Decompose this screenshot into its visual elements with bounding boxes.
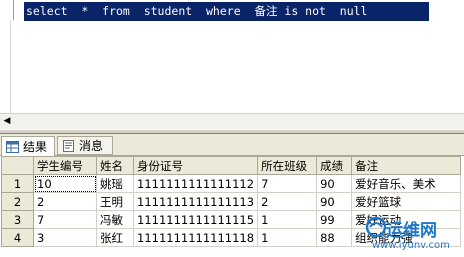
table-cell[interactable]: 1111111111111118 xyxy=(132,228,259,247)
watermark-url: www.iyunv.com xyxy=(372,240,450,251)
message-icon xyxy=(63,139,74,152)
tab-messages[interactable]: 消息 xyxy=(57,136,113,155)
table-cell[interactable]: 1111111111111115 xyxy=(132,210,259,229)
table-cell[interactable]: 爱好音乐、美术 xyxy=(351,174,462,193)
table-cell[interactable]: 2 xyxy=(33,192,97,211)
table-row[interactable]: 1 10 姚瑶 1111111111111112 7 90 爱好音乐、美术 xyxy=(1,174,462,193)
table-cell[interactable]: 90 xyxy=(316,192,353,211)
table-cell[interactable]: 爱好篮球 xyxy=(351,192,462,211)
table-cell[interactable]: 1 xyxy=(257,228,318,247)
column-header[interactable]: 姓名 xyxy=(96,156,134,175)
table-cell[interactable]: 冯敏 xyxy=(96,210,134,229)
table-cell[interactable]: 王明 xyxy=(96,192,134,211)
table-cell[interactable]: 3 xyxy=(33,228,97,247)
table-cell[interactable]: 张红 xyxy=(96,228,134,247)
column-header[interactable]: 身份证号 xyxy=(132,156,259,175)
horizontal-scrollbar[interactable]: ◀ xyxy=(0,113,464,129)
collapse-marker xyxy=(9,0,14,20)
row-number[interactable]: 3 xyxy=(1,210,34,229)
column-header[interactable]: 成绩 xyxy=(316,156,353,175)
table-cell[interactable]: 1111111111111113 xyxy=(132,192,259,211)
table-cell[interactable]: 7 xyxy=(257,174,318,193)
row-number[interactable]: 1 xyxy=(1,174,34,193)
tab-results-label: 结果 xyxy=(23,140,48,154)
column-header[interactable]: 所在班级 xyxy=(257,156,318,175)
table-cell[interactable]: 1111111111111112 xyxy=(132,174,259,193)
table-row[interactable]: 2 2 王明 1111111111111113 2 90 爱好篮球 xyxy=(1,192,462,211)
watermark-text: 运维网 xyxy=(386,221,437,241)
table-cell[interactable]: 10 xyxy=(33,174,97,193)
column-header[interactable]: 学生编号 xyxy=(33,156,97,175)
column-header[interactable]: 备注 xyxy=(351,156,462,175)
corner-cell[interactable] xyxy=(1,156,34,175)
table-cell[interactable]: 1 xyxy=(257,210,318,229)
table-cell[interactable]: 7 xyxy=(33,210,97,229)
table-cell[interactable]: 99 xyxy=(316,210,353,229)
table-cell[interactable]: 88 xyxy=(316,228,353,247)
query-editor[interactable]: select * from student where 备注 is not nu… xyxy=(0,0,464,113)
table-cell[interactable]: 2 xyxy=(257,192,318,211)
sql-query-text[interactable]: select * from student where 备注 is not nu… xyxy=(24,2,429,21)
results-tab-bar: 结果 消息 xyxy=(0,134,464,156)
table-header-row: 学生编号 姓名 身份证号 所在班级 成绩 备注 xyxy=(1,156,462,175)
row-number[interactable]: 4 xyxy=(1,228,34,247)
tab-messages-label: 消息 xyxy=(79,139,104,153)
scroll-left-arrow-icon[interactable]: ◀ xyxy=(2,115,12,128)
tab-results[interactable]: 结果 xyxy=(1,136,55,156)
table-cell[interactable]: 姚瑶 xyxy=(96,174,134,193)
row-number[interactable]: 2 xyxy=(1,192,34,211)
grid-icon xyxy=(6,140,19,153)
table-cell[interactable]: 90 xyxy=(316,174,353,193)
